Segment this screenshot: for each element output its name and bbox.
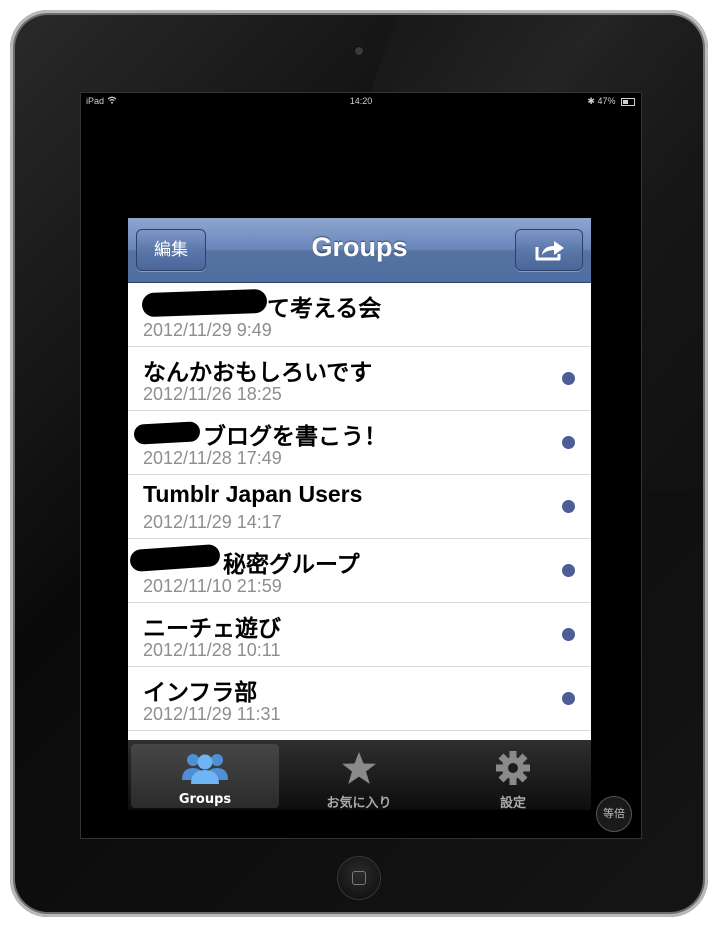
group-title: 秘密グループ bbox=[223, 552, 360, 578]
group-date: 2012/11/28 17:49 bbox=[143, 448, 282, 468]
group-title: Tumblr Japan Users bbox=[143, 481, 363, 507]
zoom-1x-button[interactable]: 等倍 bbox=[596, 796, 632, 832]
redaction-mark bbox=[133, 421, 201, 445]
gear-icon-wrap bbox=[439, 750, 587, 786]
home-button[interactable] bbox=[338, 857, 380, 899]
group-date: 2012/11/26 18:25 bbox=[143, 384, 282, 404]
unread-indicator bbox=[562, 500, 575, 513]
bluetooth-icon: ✱ bbox=[587, 96, 595, 106]
battery-percent: 47% bbox=[597, 96, 616, 106]
table-row[interactable]: ニーチェ遊び 2012/11/28 10:11 bbox=[128, 603, 591, 667]
tab-bar: Groups お気に入り 設定 bbox=[128, 740, 591, 811]
status-time: 14:20 bbox=[349, 96, 373, 106]
group-date: 2012/11/10 21:59 bbox=[143, 576, 282, 596]
tab-settings[interactable]: 設定 bbox=[439, 744, 587, 811]
group-title: ブログを書こう！ bbox=[203, 424, 387, 450]
table-row[interactable]: なんかおもしろいです 2012/11/26 18:25 bbox=[128, 347, 591, 411]
battery-icon bbox=[621, 97, 635, 106]
unread-indicator bbox=[562, 564, 575, 577]
group-title: て考える会 bbox=[267, 296, 382, 322]
tab-label: Groups bbox=[178, 792, 232, 807]
unread-indicator bbox=[562, 436, 575, 449]
table-row[interactable]: て考える会 2012/11/29 9:49 bbox=[128, 283, 591, 347]
table-row[interactable]: インフラ部 2012/11/29 11:31 bbox=[128, 667, 591, 731]
share-button[interactable] bbox=[515, 229, 583, 271]
tab-label: お気に入り bbox=[326, 796, 392, 811]
group-date: 2012/11/29 14:17 bbox=[143, 512, 282, 532]
star-icon bbox=[342, 752, 376, 784]
front-camera bbox=[355, 47, 363, 55]
groups-list: て考える会 2012/11/29 9:49 なんかおもしろいです 2012/11… bbox=[128, 283, 591, 751]
redaction-mark bbox=[129, 543, 221, 573]
share-icon bbox=[535, 241, 564, 261]
tab-favorites[interactable]: お気に入り bbox=[285, 744, 433, 811]
group-title: なんかおもしろいです bbox=[143, 360, 373, 386]
unread-indicator bbox=[562, 692, 575, 705]
group-date: 2012/11/29 11:31 bbox=[143, 704, 281, 724]
group-date: 2012/11/29 9:49 bbox=[143, 320, 272, 340]
groups-icon-wrap bbox=[131, 750, 279, 786]
group-title: インフラ部 bbox=[143, 680, 258, 706]
redaction-mark bbox=[141, 288, 268, 318]
group-title: ニーチェ遊び bbox=[143, 616, 281, 642]
tab-groups[interactable]: Groups bbox=[131, 744, 279, 808]
groups-app-window: 編集 Groups て考える会 2012/11/29 9:49 なんかおもしろい… bbox=[128, 218, 591, 778]
unread-indicator bbox=[562, 372, 575, 385]
table-row[interactable]: 秘密グループ 2012/11/10 21:59 bbox=[128, 539, 591, 603]
tab-label: 設定 bbox=[499, 796, 526, 811]
gear-icon bbox=[496, 751, 530, 785]
battery-status: ✱ 47% bbox=[587, 96, 635, 107]
table-row[interactable]: Tumblr Japan Users 2012/11/29 14:17 bbox=[128, 475, 591, 539]
navigation-bar: 編集 Groups bbox=[128, 218, 591, 283]
groups-icon bbox=[182, 754, 228, 784]
status-bar: iPad 14:20 ✱ 47% bbox=[81, 93, 641, 111]
star-icon-wrap bbox=[285, 750, 433, 786]
unread-indicator bbox=[562, 628, 575, 641]
table-row[interactable]: ブログを書こう！ 2012/11/28 17:49 bbox=[128, 411, 591, 475]
group-date: 2012/11/28 10:11 bbox=[143, 640, 281, 660]
